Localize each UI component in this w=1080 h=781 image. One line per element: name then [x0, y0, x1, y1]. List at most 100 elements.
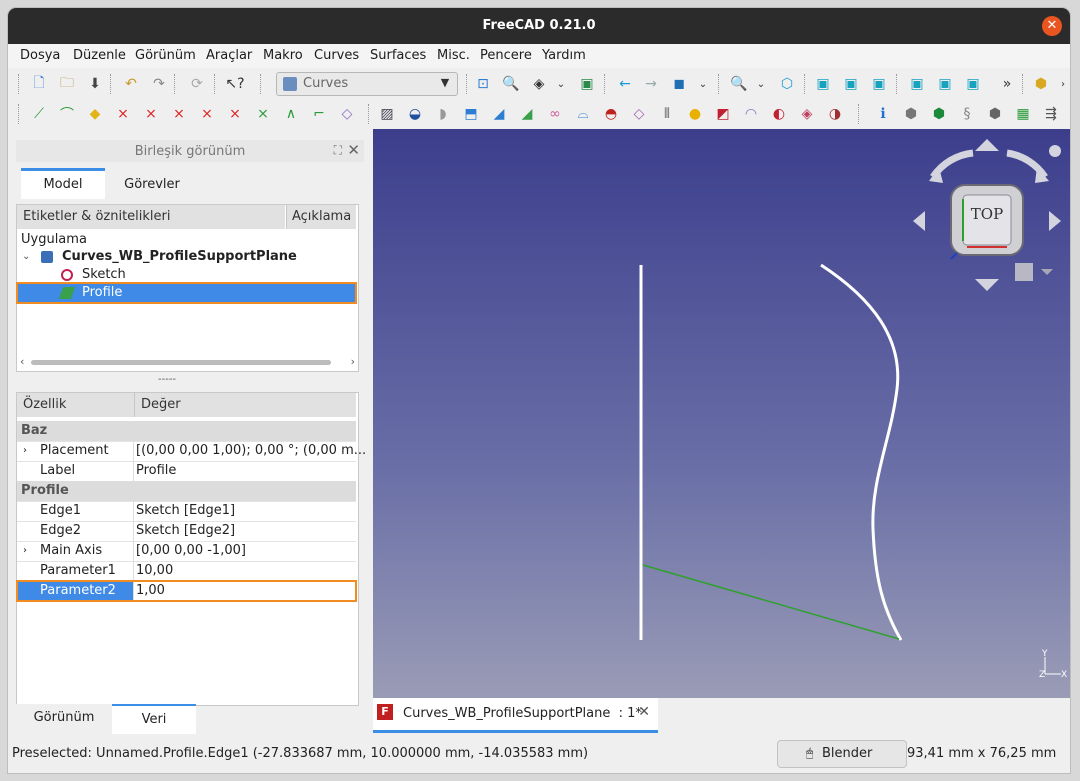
chevron-right-icon[interactable]: › — [23, 441, 27, 461]
splitter-handle[interactable]: ----- — [158, 374, 176, 385]
surf-tool-14-icon[interactable]: ◠ — [742, 105, 760, 123]
curve-tool-4-icon[interactable]: ⨯ — [198, 105, 216, 123]
surf-tool-16-icon[interactable]: ◈ — [798, 105, 816, 123]
surf-tool-5-icon[interactable]: ◢ — [490, 105, 508, 123]
menu-duzenle[interactable]: Düzenle — [73, 48, 126, 63]
close-tab-icon[interactable]: ✕ — [638, 704, 650, 720]
toolbar-handle[interactable] — [18, 104, 21, 124]
top-view-icon[interactable]: ▣ — [842, 75, 860, 93]
menu-pencere[interactable]: Pencere — [480, 48, 532, 63]
tree-header-description[interactable]: Açıklama — [286, 205, 356, 229]
close-panel-icon[interactable]: ✕ — [347, 141, 360, 159]
forward-arrow-icon[interactable]: → — [642, 75, 660, 93]
isometric-view-icon[interactable]: ⬡ — [778, 75, 796, 93]
surf-tool-11-icon[interactable]: ⦀ — [658, 105, 676, 123]
prop-value[interactable]: 10,00 — [136, 561, 173, 581]
nav-menu-dot[interactable] — [1049, 145, 1061, 157]
3d-viewport[interactable]: Y Z X TOP — [373, 129, 1070, 698]
curve-tool-2-icon[interactable]: ⨯ — [142, 105, 160, 123]
chevron-down-icon[interactable]: › — [1054, 75, 1070, 93]
new-document-icon[interactable]: 🗋 — [30, 75, 48, 93]
arc-tool-icon[interactable]: ⌒ — [58, 105, 76, 123]
surf-tool-3-icon[interactable]: ◗ — [434, 105, 452, 123]
curve-tool-8-icon[interactable]: ⌐ — [310, 105, 328, 123]
prop-value[interactable]: Sketch [Edge1] — [136, 501, 235, 521]
misc-tool-1-icon[interactable]: ⬢ — [902, 105, 920, 123]
left-view-icon[interactable]: ▣ — [964, 75, 982, 93]
surf-tool-7-icon[interactable]: ∞ — [546, 105, 564, 123]
nav-right-arrow[interactable] — [1049, 211, 1061, 231]
surface-tool-icon[interactable]: ◇ — [338, 105, 356, 123]
chevron-down-icon[interactable]: ⌄ — [22, 248, 30, 266]
bottom-view-icon[interactable]: ▣ — [936, 75, 954, 93]
prop-value[interactable]: [0,00 0,00 -1,00] — [136, 541, 246, 561]
prop-group-baz[interactable]: Baz — [17, 421, 356, 442]
prop-value[interactable]: Profile — [136, 461, 176, 481]
surf-tool-1-icon[interactable]: ▨ — [378, 105, 396, 123]
draw-style-icon[interactable]: ◈ — [530, 75, 548, 93]
prop-header-property[interactable]: Özellik — [17, 393, 134, 417]
tree-document-row[interactable]: ⌄ Curves_WB_ProfileSupportPlane — [17, 248, 356, 266]
prop-row-edge2[interactable]: Edge2 Sketch [Edge2] — [17, 521, 356, 542]
menu-curves[interactable]: Curves — [314, 48, 359, 63]
prop-row-parameter1[interactable]: Parameter1 10,00 — [17, 561, 356, 582]
bounding-box-icon[interactable]: ▣ — [578, 75, 596, 93]
menu-misc[interactable]: Misc. — [437, 48, 470, 63]
prop-header-value[interactable]: Değer — [134, 393, 356, 417]
fit-selection-icon[interactable]: 🔍 — [502, 75, 520, 93]
prop-row-edge1[interactable]: Edge1 Sketch [Edge1] — [17, 501, 356, 522]
curve-tool-7-icon[interactable]: ∧ — [282, 105, 300, 123]
toolbar-handle[interactable] — [18, 74, 21, 94]
surf-tool-2-icon[interactable]: ◒ — [406, 105, 424, 123]
zoom-icon[interactable]: 🔍 — [730, 75, 748, 93]
prop-value[interactable]: [(0,00 0,00 1,00); 0,00 °; (0,00 m... — [136, 441, 366, 461]
menu-makro[interactable]: Makro — [263, 48, 303, 63]
surf-tool-15-icon[interactable]: ◐ — [770, 105, 788, 123]
support-line[interactable] — [642, 564, 900, 640]
curve-tool-6-icon[interactable]: ⨯ — [254, 105, 272, 123]
surf-tool-17-icon[interactable]: ◑ — [826, 105, 844, 123]
menu-surfaces[interactable]: Surfaces — [370, 48, 426, 63]
nav-up-arrow[interactable] — [975, 139, 999, 151]
scroll-right-icon[interactable]: › — [351, 355, 355, 368]
misc-tool-3-icon[interactable]: § — [958, 105, 976, 123]
overflow-icon[interactable]: » — [998, 75, 1016, 93]
sync-view-icon[interactable]: ◼ — [670, 75, 688, 93]
prop-group-profile[interactable]: Profile — [17, 481, 356, 502]
chevron-down-icon[interactable]: ⌄ — [552, 75, 570, 93]
open-folder-icon[interactable]: 🗀 — [58, 75, 76, 93]
tab-gorevler[interactable]: Görevler — [108, 171, 196, 199]
surf-tool-10-icon[interactable]: ◇ — [630, 105, 648, 123]
edge2-curve[interactable] — [820, 263, 903, 641]
tab-veri[interactable]: Veri — [112, 704, 196, 734]
tab-model[interactable]: Model — [21, 168, 105, 199]
info-icon[interactable]: ℹ — [874, 105, 892, 123]
navigation-style-button[interactable]: 🖱 Blender — [777, 740, 907, 768]
blend-curve-icon[interactable]: ◆ — [86, 105, 104, 123]
undo-icon[interactable]: ↶ — [122, 75, 140, 93]
right-view-icon[interactable]: ▣ — [870, 75, 888, 93]
prop-row-main-axis[interactable]: › Main Axis [0,00 0,00 -1,00] — [17, 541, 356, 562]
surf-tool-9-icon[interactable]: ◓ — [602, 105, 620, 123]
surf-tool-12-icon[interactable]: ● — [686, 105, 704, 123]
whats-this-icon[interactable]: ↖? — [225, 75, 244, 93]
menu-araclar[interactable]: Araçlar — [206, 48, 252, 63]
prop-value[interactable]: Sketch [Edge2] — [136, 521, 235, 541]
surf-tool-4-icon[interactable]: ⬒ — [462, 105, 480, 123]
surf-tool-8-icon[interactable]: ⌓ — [574, 105, 592, 123]
close-window-button[interactable]: ✕ — [1042, 16, 1062, 36]
chevron-right-icon[interactable]: › — [23, 541, 27, 561]
misc-tool-4-icon[interactable]: ⬢ — [986, 105, 1004, 123]
float-panel-icon[interactable]: ⛶ — [334, 143, 342, 158]
redo-icon[interactable]: ↷ — [150, 75, 168, 93]
rear-view-icon[interactable]: ▣ — [908, 75, 926, 93]
part-icon[interactable]: ⬢ — [1032, 75, 1050, 93]
nav-left-arrow[interactable] — [913, 211, 925, 231]
curve-tool-3-icon[interactable]: ⨯ — [170, 105, 188, 123]
document-tab[interactable]: F Curves_WB_ProfileSupportPlane : 1* ✕ — [373, 698, 658, 733]
chevron-down-icon[interactable]: ⌄ — [752, 75, 770, 93]
fit-all-icon[interactable]: ⊡ — [474, 75, 492, 93]
chevron-down-icon[interactable]: ⌄ — [694, 75, 712, 93]
misc-tool-2-icon[interactable]: ⬢ — [930, 105, 948, 123]
surf-tool-6-icon[interactable]: ◢ — [518, 105, 536, 123]
